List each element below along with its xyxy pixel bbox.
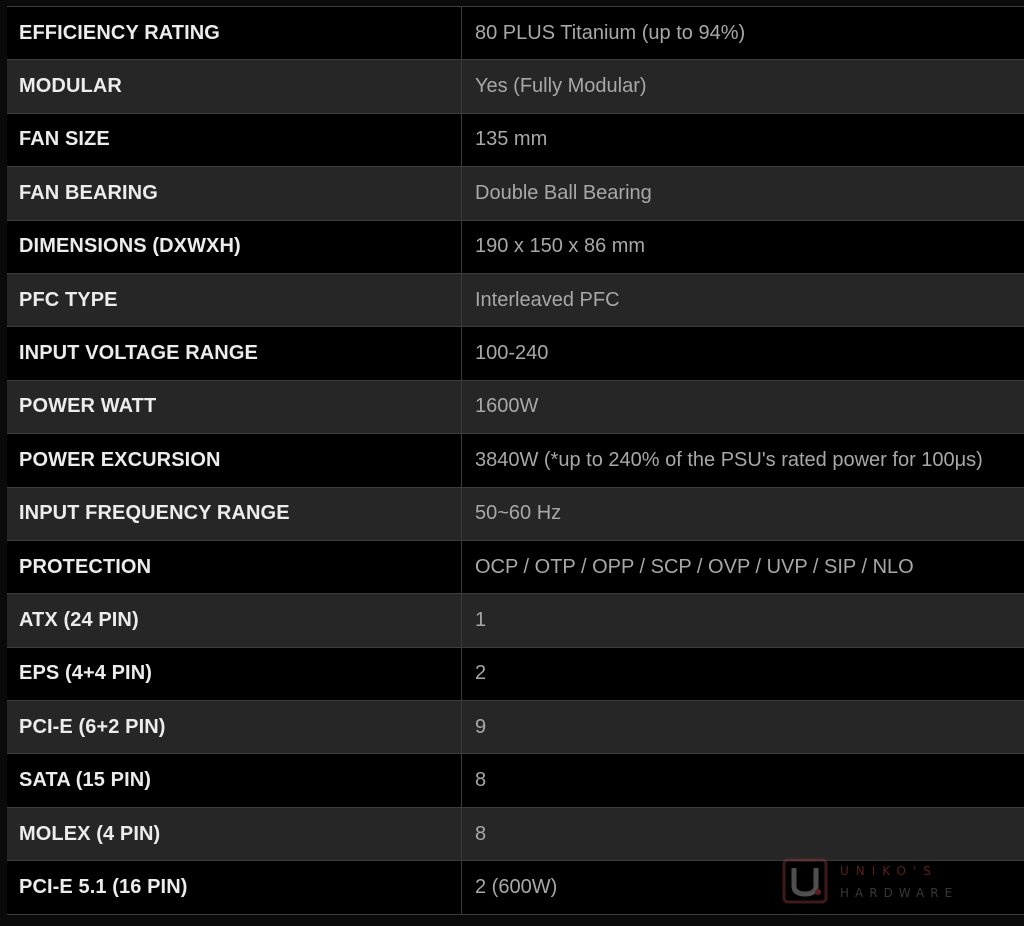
spec-table: EFFICIENCY RATING 80 PLUS Titanium (up t… (7, 6, 1024, 915)
spec-label: SATA (15 PIN) (7, 754, 462, 807)
table-row: ATX (24 PIN) 1 (7, 594, 1024, 648)
watermark-brand: UNIKO'S (840, 864, 938, 878)
spec-value: 2 (475, 662, 487, 685)
spec-label: POWER WATT (7, 380, 462, 434)
table-row: SATA (15 PIN) 8 (7, 754, 1024, 808)
table-row: DIMENSIONS (DXWXH) 190 x 150 x 86 mm (7, 220, 1024, 274)
spec-label: PFC TYPE (7, 273, 462, 327)
table-row: FAN BEARING Double Ball Bearing (7, 167, 1024, 221)
spec-value: 8 (475, 822, 487, 845)
spec-label: ATX (24 PIN) (7, 594, 462, 647)
spec-label: POWER EXCURSION (7, 434, 462, 487)
spec-label: FAN BEARING (7, 167, 462, 220)
spec-label: MODULAR (7, 60, 462, 113)
table-row: PCI-E (6+2 PIN) 9 (7, 701, 1024, 755)
table-row: INPUT FREQUENCY RANGE 50~60 Hz (7, 487, 1024, 541)
table-row: POWER EXCURSION 3840W (*up to 240% of th… (7, 434, 1024, 488)
spec-label: DIMENSIONS (DXWXH) (7, 220, 462, 273)
spec-value: 100-240 (475, 342, 549, 365)
spec-value: 1600W (475, 395, 539, 418)
spec-label: FAN SIZE (7, 113, 462, 167)
spec-value: 8 (475, 769, 487, 792)
table-row: EPS (4+4 PIN) 2 (7, 647, 1024, 702)
spec-value: 190 x 150 x 86 mm (475, 235, 646, 258)
spec-label: PCI-E 5.1 (16 PIN) (7, 861, 462, 914)
spec-label: INPUT VOLTAGE RANGE (7, 327, 462, 380)
watermark: UNIKO'S HARDWARE (782, 858, 982, 908)
table-row: PROTECTION OCP / OTP / OPP / SCP / OVP /… (7, 540, 1024, 595)
spec-value: 9 (475, 715, 487, 738)
table-row: POWER WATT 1600W (7, 380, 1024, 435)
spec-value: Double Ball Bearing (475, 181, 652, 204)
table-row: MOLEX (4 PIN) 8 (7, 807, 1024, 862)
table-row: EFFICIENCY RATING 80 PLUS Titanium (up t… (7, 7, 1024, 61)
spec-value: 135 mm (475, 128, 548, 151)
spec-label: MOLEX (4 PIN) (7, 807, 462, 861)
spec-value: 80 PLUS Titanium (up to 94%) (475, 21, 746, 44)
uniko-logo-icon (782, 858, 828, 904)
spec-label: INPUT FREQUENCY RANGE (7, 487, 462, 540)
spec-value: Yes (Fully Modular) (475, 75, 647, 98)
watermark-subtitle: HARDWARE (840, 886, 959, 900)
spec-label: EPS (4+4 PIN) (7, 647, 462, 701)
table-row: INPUT VOLTAGE RANGE 100-240 (7, 327, 1024, 381)
spec-label: PROTECTION (7, 540, 462, 594)
table-row: MODULAR Yes (Fully Modular) (7, 60, 1024, 114)
spec-value: OCP / OTP / OPP / SCP / OVP / UVP / SIP … (475, 555, 914, 578)
table-row: PFC TYPE Interleaved PFC (7, 273, 1024, 328)
spec-label: EFFICIENCY RATING (7, 7, 462, 60)
spec-value: 1 (475, 608, 487, 631)
spec-value: 50~60 Hz (475, 502, 562, 525)
spec-value: 3840W (*up to 240% of the PSU's rated po… (475, 448, 983, 471)
spec-label: PCI-E (6+2 PIN) (7, 701, 462, 754)
spec-value: Interleaved PFC (475, 288, 620, 311)
table-row: FAN SIZE 135 mm (7, 113, 1024, 168)
